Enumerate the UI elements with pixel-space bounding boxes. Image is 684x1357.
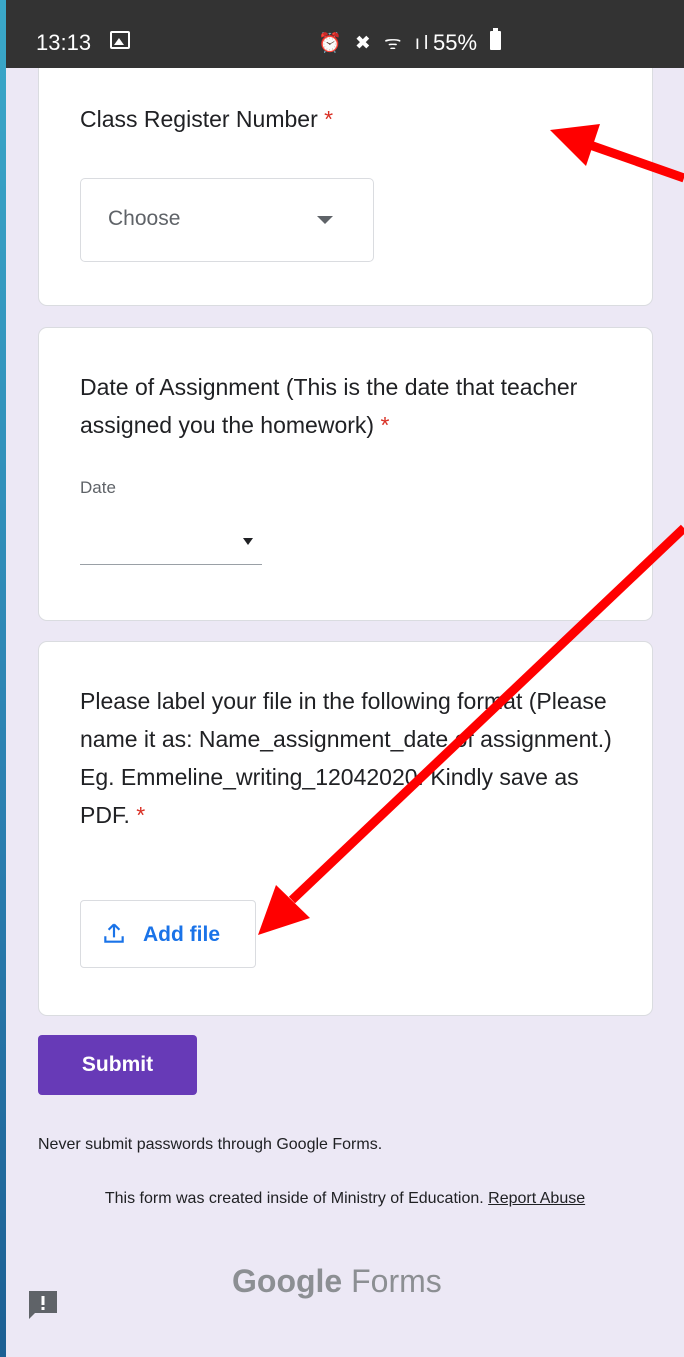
question-title: Date of Assignment (This is the date tha… bbox=[80, 368, 600, 444]
battery-percent: 55% bbox=[433, 30, 478, 55]
question-title-text: Class Register Number bbox=[80, 106, 318, 132]
required-mark: * bbox=[324, 106, 334, 132]
date-dropdown-arrow-icon bbox=[243, 538, 253, 545]
required-mark: * bbox=[136, 802, 146, 828]
status-icons: ⏰ ✖ ᯤ ıl bbox=[318, 33, 433, 54]
feedback-icon[interactable] bbox=[26, 1288, 60, 1322]
dropdown-arrow-icon bbox=[317, 216, 333, 224]
google-forms-logo: Google Forms bbox=[232, 1263, 442, 1300]
date-input[interactable] bbox=[80, 513, 262, 565]
date-field-label: Date bbox=[80, 478, 116, 497]
question-card-date: Date of Assignment (This is the date tha… bbox=[38, 327, 653, 621]
logo-forms-text: Forms bbox=[351, 1263, 442, 1299]
dropdown-value: Choose bbox=[108, 207, 181, 230]
question-title-text: Date of Assignment (This is the date tha… bbox=[80, 374, 578, 438]
class-register-dropdown[interactable]: Choose bbox=[80, 178, 374, 262]
created-inside-text: This form was created inside of Ministry… bbox=[104, 1190, 484, 1207]
add-file-label: Add file bbox=[143, 923, 220, 946]
upload-icon bbox=[104, 923, 124, 943]
report-abuse-link[interactable]: Report Abuse bbox=[488, 1190, 585, 1207]
logo-google-text: Google bbox=[232, 1263, 343, 1299]
question-title-text: Please label your file in the following … bbox=[80, 688, 612, 828]
password-warning: Never submit passwords through Google Fo… bbox=[38, 1136, 383, 1153]
status-time: 13:13 bbox=[36, 30, 92, 55]
gallery-icon bbox=[110, 31, 130, 49]
form-footer: This form was created inside of Ministry… bbox=[60, 1186, 630, 1211]
status-bar: 13:13 ⏰ ✖ ᯤ ıl 55% bbox=[0, 0, 684, 68]
left-edge-stripe bbox=[0, 0, 6, 1357]
required-mark: * bbox=[380, 412, 390, 438]
battery-icon bbox=[490, 28, 501, 50]
question-title: Class Register Number * bbox=[80, 100, 620, 138]
question-card-class-register: Class Register Number * Choose bbox=[38, 40, 653, 306]
submit-button[interactable]: Submit bbox=[38, 1035, 197, 1095]
question-title: Please label your file in the following … bbox=[80, 682, 625, 834]
question-card-file-upload: Please label your file in the following … bbox=[38, 641, 653, 1016]
add-file-button[interactable]: Add file bbox=[80, 900, 256, 968]
